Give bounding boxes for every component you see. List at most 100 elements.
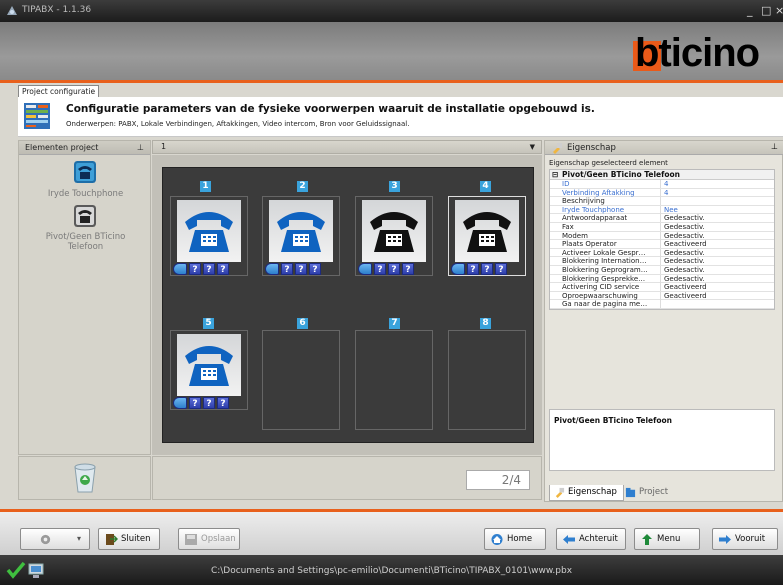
- connection-status-icon[interactable]: [265, 263, 279, 275]
- home-button-label: Home: [507, 534, 533, 544]
- device-slot-7[interactable]: [355, 330, 433, 430]
- device-slot-8[interactable]: [448, 330, 526, 430]
- menu-button[interactable]: Menu: [634, 528, 700, 550]
- save-icon: [185, 534, 197, 545]
- property-value[interactable]: Geactiveerd: [660, 240, 707, 249]
- device-slot-5[interactable]: ? ? ?: [170, 330, 248, 410]
- phone-tile: [269, 200, 333, 262]
- arrow-up-icon: [642, 534, 652, 545]
- property-query-button[interactable]: ?: [495, 263, 507, 275]
- black-phone-icon: [370, 212, 418, 252]
- forward-button[interactable]: Vooruit: [712, 528, 778, 550]
- property-row[interactable]: Activeer Lokale Gespr… Gedesactiv.: [550, 248, 774, 258]
- property-key: Blokkering Internation…: [562, 257, 647, 266]
- connection-status-icon[interactable]: [451, 263, 465, 275]
- property-query-button[interactable]: ?: [203, 397, 215, 409]
- collapse-icon[interactable]: ⊟: [552, 170, 558, 180]
- center-header[interactable]: 1 ▼: [152, 140, 542, 154]
- element-item-pivot-phone[interactable]: Pivot/Geen BTicino Telefoon: [19, 205, 152, 255]
- property-row[interactable]: Activering CID service Geactiveerd: [550, 283, 774, 292]
- property-query-button[interactable]: ?: [281, 263, 293, 275]
- property-group-title: Pivot/Geen BTicino Telefoon: [562, 170, 681, 179]
- property-row[interactable]: Plaats Operator Geactiveerd: [550, 240, 774, 249]
- device-slot-6[interactable]: [262, 330, 340, 430]
- property-query-button[interactable]: ?: [402, 263, 414, 275]
- property-query-button[interactable]: ?: [309, 263, 321, 275]
- project-icon: [625, 487, 636, 498]
- close-window-button[interactable]: ×: [775, 4, 783, 17]
- maximize-button[interactable]: □: [761, 4, 771, 17]
- slot-number: 5: [203, 318, 214, 329]
- home-icon: [491, 534, 503, 545]
- property-value[interactable]: Geactiveerd: [660, 283, 707, 292]
- property-value[interactable]: Gedesactiv.: [660, 248, 705, 257]
- connection-status-icon[interactable]: [173, 263, 187, 275]
- window-title: TIPABX - 1.1.36: [22, 5, 92, 15]
- property-query-button[interactable]: ?: [388, 263, 400, 275]
- chevron-down-icon[interactable]: ▼: [530, 141, 535, 153]
- page-indicator: 2/4: [466, 470, 530, 490]
- connection-status-icon[interactable]: [173, 397, 187, 409]
- device-slot-4[interactable]: ? ? ?: [448, 196, 526, 276]
- property-query-button[interactable]: ?: [189, 263, 201, 275]
- property-query-button[interactable]: ?: [481, 263, 493, 275]
- property-row[interactable]: Verbinding Aftakking 4: [550, 188, 774, 198]
- back-button[interactable]: Achteruit: [556, 528, 626, 550]
- arrow-left-icon: [563, 535, 575, 544]
- device-slot-3[interactable]: ? ? ?: [355, 196, 433, 276]
- minimize-button[interactable]: _: [747, 4, 753, 17]
- property-query-button[interactable]: ?: [217, 397, 229, 409]
- blue-phone-icon: [185, 212, 233, 252]
- property-row[interactable]: ID 4: [550, 180, 774, 189]
- property-row[interactable]: Oproepwaarschuwing Geactiveerd: [550, 291, 774, 301]
- property-row[interactable]: Blokkering Internation… Gedesactiv.: [550, 257, 774, 266]
- property-query-button[interactable]: ?: [189, 397, 201, 409]
- property-value[interactable]: Gedesactiv.: [660, 222, 705, 231]
- property-query-button[interactable]: ?: [374, 263, 386, 275]
- property-value[interactable]: Geactiveerd: [660, 291, 707, 300]
- property-value[interactable]: Gedesactiv.: [660, 257, 705, 266]
- property-group-header[interactable]: ⊟ Pivot/Geen BTicino Telefoon: [550, 170, 774, 180]
- close-button[interactable]: Sluiten: [98, 528, 160, 550]
- property-query-button[interactable]: ?: [217, 263, 229, 275]
- property-row[interactable]: Antwoordapparaat Gedesactiv.: [550, 214, 774, 223]
- tab-label: Project: [639, 487, 669, 497]
- device-slot-1[interactable]: ? ? ?: [170, 196, 248, 276]
- options-dropdown-button[interactable]: ▾: [20, 528, 90, 550]
- property-value[interactable]: [660, 300, 664, 309]
- property-value[interactable]: Gedesactiv.: [660, 231, 705, 240]
- save-button[interactable]: Opslaan: [178, 528, 240, 550]
- property-row[interactable]: Blokkering Geprogram… Gedesactiv.: [550, 265, 774, 275]
- property-row[interactable]: Blokkering Gesprekke… Gedesactiv.: [550, 274, 774, 284]
- connection-status-icon[interactable]: [358, 263, 372, 275]
- tab-eigenschap[interactable]: Eigenschap: [549, 485, 624, 501]
- pin-icon[interactable]: ⊥: [771, 142, 778, 151]
- slot-number: 3: [389, 181, 400, 192]
- home-button[interactable]: Home: [484, 528, 546, 550]
- property-key: Modem: [562, 231, 588, 240]
- pin-icon[interactable]: ⊥: [137, 141, 144, 154]
- tab-project-configuratie[interactable]: Project configuratie: [18, 85, 100, 97]
- property-row[interactable]: Beschrijving: [550, 197, 774, 206]
- property-row[interactable]: Fax Gedesactiv.: [550, 222, 774, 232]
- property-row[interactable]: Ga naar de pagina me…: [550, 300, 774, 309]
- config-banner: Configuratie parameters van de fysieke v…: [18, 97, 783, 137]
- property-query-button[interactable]: ?: [295, 263, 307, 275]
- element-item-touchphone[interactable]: Iryde Touchphone: [19, 161, 152, 201]
- property-value[interactable]: Gedesactiv.: [660, 265, 705, 274]
- close-button-label: Sluiten: [121, 534, 151, 544]
- recycle-bin-icon[interactable]: [73, 463, 97, 493]
- tab-project[interactable]: Project: [621, 485, 674, 501]
- tab-label: Eigenschap: [568, 487, 617, 497]
- slot-number: 2: [297, 181, 308, 192]
- property-value[interactable]: Gedesactiv.: [660, 274, 705, 283]
- device-slot-2[interactable]: ? ? ?: [262, 196, 340, 276]
- black-phone-icon: [463, 212, 511, 252]
- property-value[interactable]: [660, 197, 664, 206]
- property-query-button[interactable]: ?: [467, 263, 479, 275]
- elements-panel-header: Elementen project ⊥: [19, 141, 150, 155]
- property-row[interactable]: Iryde Touchphone Nee: [550, 205, 774, 215]
- property-query-button[interactable]: ?: [203, 263, 215, 275]
- property-value[interactable]: Gedesactiv.: [660, 214, 705, 223]
- property-row[interactable]: Modem Gedesactiv.: [550, 231, 774, 241]
